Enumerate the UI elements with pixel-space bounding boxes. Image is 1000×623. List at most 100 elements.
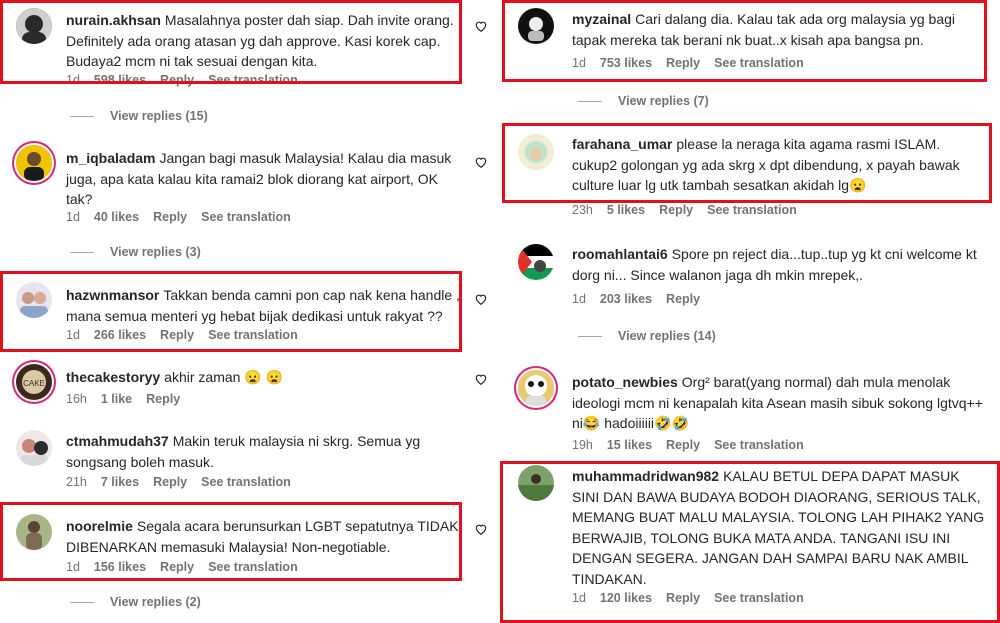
- avatar[interactable]: [518, 134, 554, 170]
- view-replies-button[interactable]: View replies (7): [578, 94, 709, 108]
- see-translation-button[interactable]: See translation: [208, 73, 298, 87]
- see-translation-button[interactable]: See translation: [208, 560, 298, 574]
- likes-count[interactable]: 120 likes: [600, 591, 652, 605]
- comment-text: ctmahmudah37 Makin teruk malaysia ni skrg…: [66, 431, 461, 472]
- reply-button[interactable]: Reply: [666, 591, 700, 605]
- likes-count[interactable]: 7 likes: [101, 475, 139, 489]
- comment-username[interactable]: nurain.akhsan: [66, 12, 161, 28]
- comment-text: thecakestoryy akhir zaman 😦 😦: [66, 367, 461, 388]
- comment-username[interactable]: farahana_umar: [572, 136, 672, 152]
- avatar[interactable]: [16, 145, 52, 181]
- likes-count[interactable]: 40 likes: [94, 210, 139, 224]
- comment-username[interactable]: myzainal: [572, 11, 631, 27]
- likes-count[interactable]: 156 likes: [94, 560, 146, 574]
- comment-text: roomahlantai6 Spore pn reject dia...tup..…: [572, 244, 987, 285]
- view-replies-button[interactable]: View replies (3): [70, 245, 201, 259]
- comment-meta: 1d 753 likes Reply See translation: [572, 56, 818, 70]
- avatar[interactable]: CAKE: [16, 364, 52, 400]
- comment-time: 1d: [66, 210, 80, 224]
- avatar[interactable]: [16, 8, 52, 44]
- comment-body: KALAU BETUL DEPA DAPAT MASUK SINI DAN BA…: [572, 468, 985, 587]
- heart-icon[interactable]: [474, 522, 488, 536]
- comment-username[interactable]: thecakestoryy: [66, 369, 160, 385]
- comment-username[interactable]: muhammadridwan982: [572, 468, 719, 484]
- comment-text: potato_newbies Org² barat(yang normal) da…: [572, 372, 987, 434]
- reply-button[interactable]: Reply: [153, 475, 187, 489]
- comment-time: 1d: [66, 328, 80, 342]
- heart-icon[interactable]: [474, 19, 488, 33]
- comment-text: nurain.akhsan Masalahnya poster dah siap.…: [66, 10, 461, 72]
- reply-button[interactable]: Reply: [153, 210, 187, 224]
- emoji: 😦: [849, 177, 867, 193]
- likes-count[interactable]: 598 likes: [94, 73, 146, 87]
- avatar[interactable]: [16, 430, 52, 466]
- reply-button[interactable]: Reply: [666, 438, 700, 452]
- avatar[interactable]: [518, 370, 554, 406]
- svg-text:CAKE: CAKE: [23, 379, 45, 388]
- comment-meta: 1d 120 likes Reply See translation: [572, 591, 818, 605]
- comment-meta: 19h 15 likes Reply See translation: [572, 438, 818, 452]
- reply-button[interactable]: Reply: [160, 328, 194, 342]
- avatar[interactable]: [518, 8, 554, 44]
- see-translation-button[interactable]: See translation: [208, 328, 298, 342]
- comment-body: hadoiiiiii: [600, 415, 655, 431]
- avatar[interactable]: [518, 244, 554, 280]
- comment-username[interactable]: m_iqbaladam: [66, 150, 155, 166]
- comment-time: 21h: [66, 475, 87, 489]
- heart-icon[interactable]: [474, 292, 488, 306]
- comment-time: 19h: [572, 438, 593, 452]
- comment-username[interactable]: ctmahmudah37: [66, 433, 169, 449]
- heart-icon[interactable]: [474, 155, 488, 169]
- avatar[interactable]: [518, 465, 554, 501]
- see-translation-button[interactable]: See translation: [201, 210, 291, 224]
- avatar[interactable]: [16, 282, 52, 318]
- reply-button[interactable]: Reply: [666, 56, 700, 70]
- comment-username[interactable]: roomahlantai6: [572, 246, 668, 262]
- reply-button[interactable]: Reply: [160, 73, 194, 87]
- emoji: 😂: [582, 415, 601, 431]
- emoji: 😦 😦: [244, 369, 284, 385]
- see-translation-button[interactable]: See translation: [714, 56, 804, 70]
- comment-meta: 1d 203 likes Reply: [572, 292, 714, 306]
- comment-time: 16h: [66, 392, 87, 406]
- view-replies-button[interactable]: View replies (2): [70, 595, 201, 609]
- likes-count[interactable]: 203 likes: [600, 292, 652, 306]
- view-replies-button[interactable]: View replies (14): [578, 329, 716, 343]
- comment-meta: 1d 40 likes Reply See translation: [66, 210, 305, 224]
- reply-button[interactable]: Reply: [659, 203, 693, 217]
- comment-time: 23h: [572, 203, 593, 217]
- comment-text: noorelmie Segala acara berunsurkan LGBT s…: [66, 516, 461, 557]
- comment-meta: 1d 598 likes Reply See translation: [66, 73, 312, 87]
- see-translation-button[interactable]: See translation: [714, 591, 804, 605]
- likes-count[interactable]: 15 likes: [607, 438, 652, 452]
- likes-count[interactable]: 266 likes: [94, 328, 146, 342]
- see-translation-button[interactable]: See translation: [707, 203, 797, 217]
- comment-text: m_iqbaladam Jangan bagi masuk Malaysia! K…: [66, 148, 461, 210]
- emoji: 🤣🤣: [654, 415, 689, 431]
- see-translation-button[interactable]: See translation: [714, 438, 804, 452]
- avatar[interactable]: [16, 514, 52, 550]
- comment-time: 1d: [572, 591, 586, 605]
- comment-username[interactable]: noorelmie: [66, 518, 133, 534]
- comment-time: 1d: [66, 73, 80, 87]
- comment-meta: 16h 1 like Reply: [66, 392, 194, 406]
- comment-username[interactable]: potato_newbies: [572, 374, 678, 390]
- comment-time: 1d: [572, 292, 586, 306]
- comment-time: 1d: [66, 560, 80, 574]
- heart-icon[interactable]: [474, 372, 488, 386]
- comment-username[interactable]: hazwnmansor: [66, 287, 159, 303]
- comment-body: akhir zaman: [164, 369, 241, 385]
- reply-button[interactable]: Reply: [666, 292, 700, 306]
- see-translation-button[interactable]: See translation: [201, 475, 291, 489]
- likes-count[interactable]: 753 likes: [600, 56, 652, 70]
- comment-text: myzainal Cari dalang dia. Kalau tak ada o…: [572, 9, 972, 50]
- likes-count[interactable]: 5 likes: [607, 203, 645, 217]
- view-replies-button[interactable]: View replies (15): [70, 109, 208, 123]
- comment-meta: 21h 7 likes Reply See translation: [66, 475, 305, 489]
- likes-count[interactable]: 1 like: [101, 392, 132, 406]
- reply-button[interactable]: Reply: [160, 560, 194, 574]
- comment-text: hazwnmansor Takkan benda camni pon cap na…: [66, 285, 461, 326]
- comment-meta: 1d 156 likes Reply See translation: [66, 560, 312, 574]
- reply-button[interactable]: Reply: [146, 392, 180, 406]
- comment-text: muhammadridwan982 KALAU BETUL DEPA DAPAT …: [572, 466, 990, 589]
